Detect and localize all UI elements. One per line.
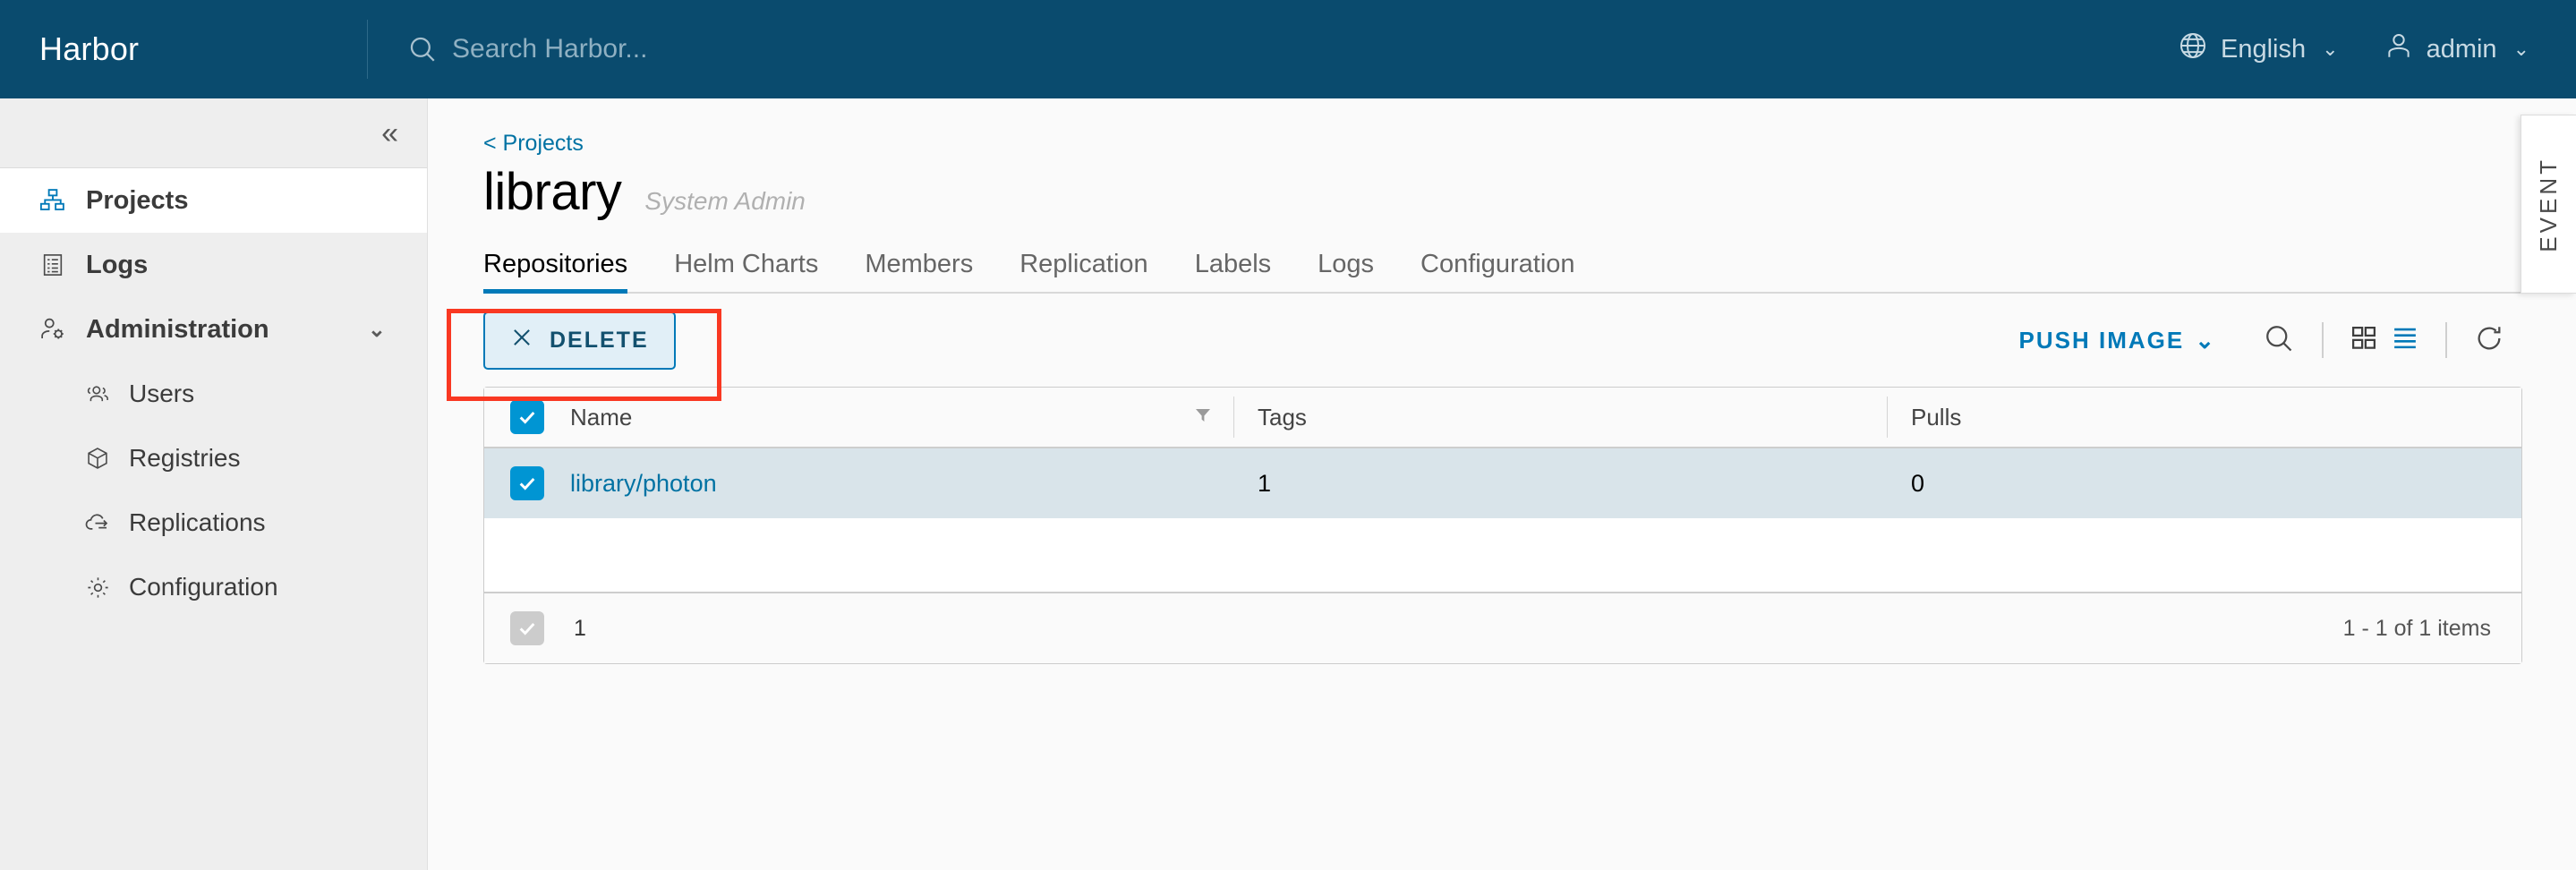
- select-all-cell: [484, 400, 570, 434]
- refresh-button[interactable]: [2456, 323, 2522, 358]
- sidebar-item-label: Users: [129, 380, 194, 408]
- page-title-row: library System Admin: [483, 162, 2522, 222]
- row-select-cell: [484, 466, 570, 500]
- delete-button-label: DELETE: [550, 328, 649, 354]
- projects-icon: [39, 187, 66, 214]
- push-image-label: PUSH IMAGE: [2019, 327, 2185, 354]
- role-badge: System Admin: [644, 187, 805, 216]
- user-menu[interactable]: admin ⌄: [2384, 30, 2529, 68]
- column-header-pulls-label: Pulls: [1911, 404, 1961, 431]
- search-input[interactable]: [452, 34, 989, 64]
- column-header-name[interactable]: Name: [570, 397, 1234, 438]
- user-label: admin: [2427, 35, 2497, 64]
- main-content: < Projects library System Admin Reposito…: [428, 98, 2576, 870]
- administration-icon: [39, 316, 66, 343]
- sidebar-item-label: Projects: [86, 186, 188, 216]
- footer-count: 1: [574, 616, 586, 642]
- footer-check-cell: [484, 611, 570, 645]
- push-image-dropdown[interactable]: PUSH IMAGE ⌄: [2019, 327, 2216, 354]
- tab-configuration[interactable]: Configuration: [1397, 250, 1599, 292]
- sidebar-item-configuration[interactable]: Configuration: [0, 555, 427, 619]
- tab-members[interactable]: Members: [841, 250, 996, 292]
- table-footer: 1 1 - 1 of 1 items: [484, 593, 2521, 663]
- toolbar-divider: [2322, 322, 2324, 358]
- collapse-sidebar-icon[interactable]: «: [381, 118, 395, 149]
- select-all-checkbox[interactable]: [510, 400, 544, 434]
- close-icon: [510, 326, 533, 355]
- sidebar-item-registries[interactable]: Registries: [0, 426, 427, 490]
- grid-view-button[interactable]: [2333, 325, 2384, 356]
- tab-helm-charts[interactable]: Helm Charts: [651, 250, 841, 292]
- language-selector[interactable]: English ⌄: [2178, 30, 2339, 68]
- sidebar-item-label: Replications: [129, 508, 266, 537]
- language-label: English: [2221, 35, 2306, 64]
- search-icon: [2263, 322, 2295, 359]
- chevron-down-icon[interactable]: ⌄: [368, 317, 386, 343]
- toolbar-divider: [2445, 322, 2447, 358]
- repositories-table: Name Tags Pulls: [483, 387, 2522, 664]
- cell-pulls: 0: [1888, 463, 2521, 504]
- app-body: « Projects: [0, 98, 2576, 870]
- global-search[interactable]: [368, 34, 2178, 64]
- cell-tags: 1: [1234, 463, 1888, 504]
- chevron-down-icon: ⌄: [2195, 327, 2216, 354]
- footer-checkbox: [510, 611, 544, 645]
- sidebar-item-administration[interactable]: Administration ⌄: [0, 297, 427, 362]
- table-empty-space: [484, 518, 2521, 593]
- action-bar: DELETE PUSH IMAGE ⌄: [483, 294, 2522, 387]
- sidebar-item-replications[interactable]: Replications: [0, 490, 427, 555]
- tab-replication[interactable]: Replication: [996, 250, 1171, 292]
- refresh-icon: [2474, 323, 2504, 358]
- sidebar-item-label: Registries: [129, 444, 240, 473]
- search-repositories-button[interactable]: [2245, 322, 2313, 359]
- tab-labels[interactable]: Labels: [1172, 250, 1294, 292]
- row-checkbox[interactable]: [510, 466, 544, 500]
- logs-icon: [39, 252, 66, 278]
- delete-button[interactable]: DELETE: [483, 311, 676, 370]
- user-icon: [2384, 30, 2414, 68]
- list-view-button[interactable]: [2384, 325, 2436, 356]
- filter-icon[interactable]: [1192, 404, 1214, 431]
- sidebar-item-logs[interactable]: Logs: [0, 233, 427, 297]
- table-toolbar: PUSH IMAGE ⌄: [2019, 322, 2522, 359]
- gear-icon: [84, 574, 111, 601]
- globe-icon: [2178, 30, 2208, 68]
- breadcrumb[interactable]: < Projects: [483, 131, 2522, 157]
- sidebar: « Projects: [0, 98, 428, 870]
- registries-icon: [84, 445, 111, 472]
- sidebar-item-label: Configuration: [129, 573, 278, 601]
- sidebar-item-projects[interactable]: Projects: [0, 168, 427, 233]
- cell-name: library/photon: [570, 463, 1234, 504]
- column-header-pulls[interactable]: Pulls: [1888, 397, 2521, 438]
- footer-selection: 1: [484, 611, 586, 645]
- sidebar-item-label: Administration: [86, 315, 269, 345]
- replications-icon: [84, 509, 111, 536]
- sidebar-item-users[interactable]: Users: [0, 362, 427, 426]
- header-actions: English ⌄ admin ⌄: [2178, 30, 2576, 68]
- repository-link[interactable]: library/photon: [570, 470, 717, 498]
- pagination-label: 1 - 1 of 1 items: [2343, 616, 2491, 642]
- app-header: Harbor English ⌄: [0, 0, 2576, 98]
- column-header-tags-label: Tags: [1258, 404, 1307, 431]
- chevron-down-icon: ⌄: [2513, 38, 2529, 61]
- users-icon: [84, 380, 111, 407]
- grid-view-icon: [2350, 325, 2377, 356]
- tab-logs[interactable]: Logs: [1294, 250, 1397, 292]
- column-header-name-label: Name: [570, 404, 632, 431]
- table-row[interactable]: library/photon 1 0: [484, 448, 2521, 518]
- column-header-tags[interactable]: Tags: [1234, 397, 1888, 438]
- tab-repositories[interactable]: Repositories: [483, 250, 651, 292]
- page-title: library: [483, 162, 621, 222]
- table-header-row: Name Tags Pulls: [484, 388, 2521, 448]
- sidebar-collapse-row: «: [0, 98, 427, 168]
- list-view-icon: [2392, 325, 2418, 356]
- project-tabs: Repositories Helm Charts Members Replica…: [483, 238, 2522, 294]
- app-brand[interactable]: Harbor: [0, 30, 367, 68]
- chevron-down-icon: ⌄: [2322, 38, 2338, 61]
- event-panel-label: EVENT: [2535, 157, 2563, 252]
- search-icon: [407, 34, 438, 64]
- event-panel-tab[interactable]: EVENT: [2521, 115, 2576, 294]
- sidebar-item-label: Logs: [86, 251, 148, 280]
